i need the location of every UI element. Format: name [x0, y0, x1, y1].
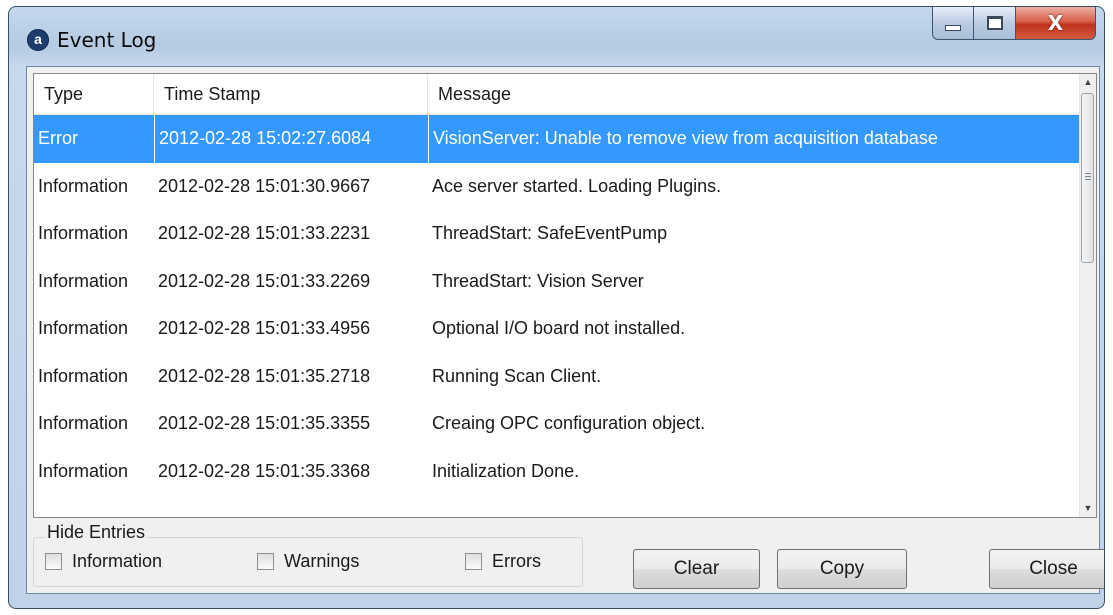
- cell-type: Information: [38, 175, 129, 196]
- title-bar[interactable]: a Event Log X: [9, 7, 1104, 67]
- cell-type: Information: [38, 413, 129, 433]
- minimize-icon: [945, 25, 961, 31]
- maximize-icon: [986, 16, 1003, 30]
- cell-timestamp: 2012-02-28 15:01:30.9667: [158, 175, 371, 196]
- checkbox-label: Information: [72, 551, 163, 571]
- hide-errors-checkbox[interactable]: Errors: [465, 551, 541, 572]
- app-logo-icon[interactable]: a: [27, 29, 49, 51]
- hide-warnings-checkbox[interactable]: Warnings: [257, 551, 359, 572]
- hide-information-checkbox[interactable]: Information: [45, 551, 162, 572]
- checkbox-box[interactable]: [45, 553, 62, 570]
- cell-message: Creaing OPC configuration object.: [432, 413, 706, 433]
- cell-timestamp: 2012-02-28 15:01:35.3355: [158, 413, 371, 433]
- grip-line: [1085, 173, 1091, 174]
- cell-timestamp: 2012-02-28 15:01:35.3368: [158, 460, 371, 481]
- cell-message: VisionServer: Unable to remove view from…: [428, 115, 1083, 163]
- cell-type: Information: [38, 270, 129, 291]
- cell-type: Error: [38, 128, 78, 148]
- table-row[interactable]: Information 2012-02-28 15:01:33.4956 Opt…: [34, 305, 1083, 353]
- table-row[interactable]: Information 2012-02-28 15:01:33.2269 Thr…: [34, 258, 1083, 306]
- cell-type: Information: [38, 318, 129, 338]
- caption-buttons: X: [932, 7, 1096, 41]
- cell-message: ThreadStart: SafeEventPump: [432, 223, 668, 243]
- scroll-down-icon[interactable]: ▼: [1080, 500, 1096, 517]
- cell-type: Information: [38, 223, 129, 243]
- clear-button[interactable]: Clear: [633, 549, 760, 589]
- cell-message: Optional I/O board not installed.: [432, 318, 686, 338]
- minimize-button[interactable]: [932, 7, 974, 40]
- column-header-timestamp[interactable]: Time Stamp: [154, 74, 428, 114]
- close-button[interactable]: Close: [989, 549, 1104, 589]
- column-header-type[interactable]: Type: [34, 74, 154, 114]
- maximize-button[interactable]: [974, 7, 1016, 40]
- client-area: Type Time Stamp Message Error 2012-02-28…: [26, 66, 1104, 594]
- event-log-window: a Event Log X Type Time Stamp Message Er…: [8, 6, 1105, 609]
- checkbox-label: Warnings: [284, 551, 360, 571]
- scroll-up-icon[interactable]: ▲: [1080, 74, 1096, 91]
- column-header-message[interactable]: Message: [428, 74, 1083, 114]
- table-row[interactable]: Information 2012-02-28 15:01:30.9667 Ace…: [34, 163, 1083, 211]
- table-row[interactable]: Information 2012-02-28 15:01:33.2231 Thr…: [34, 210, 1083, 258]
- table-row[interactable]: Information 2012-02-28 15:01:35.2718 Run…: [34, 353, 1083, 401]
- close-icon: X: [1047, 11, 1064, 35]
- window-title: Event Log: [57, 28, 157, 52]
- checkbox-box[interactable]: [257, 553, 274, 570]
- table-header: Type Time Stamp Message: [34, 74, 1083, 115]
- cell-message: Running Scan Client.: [432, 365, 602, 386]
- table-body: Error 2012-02-28 15:02:27.6084 VisionSer…: [34, 115, 1083, 495]
- vertical-scrollbar[interactable]: ▲ ▼: [1079, 74, 1096, 517]
- cell-timestamp: 2012-02-28 15:01:35.2718: [158, 365, 371, 386]
- grip-line: [1085, 176, 1091, 177]
- copy-button[interactable]: Copy: [777, 549, 907, 589]
- table-row[interactable]: Information 2012-02-28 15:01:35.3355 Cre…: [34, 400, 1083, 448]
- cell-type: Information: [38, 460, 129, 481]
- cell-timestamp: 2012-02-28 15:01:33.2231: [158, 223, 371, 243]
- cell-type: Information: [38, 365, 129, 386]
- cell-timestamp: 2012-02-28 15:01:33.2269: [158, 270, 371, 291]
- checkbox-label: Errors: [492, 551, 541, 571]
- cell-timestamp: 2012-02-28 15:01:33.4956: [158, 318, 371, 338]
- table-row[interactable]: Information 2012-02-28 15:01:35.3368 Ini…: [34, 448, 1083, 496]
- event-list[interactable]: Type Time Stamp Message Error 2012-02-28…: [33, 73, 1097, 518]
- scroll-thumb[interactable]: [1081, 93, 1094, 263]
- hide-entries-legend: Hide Entries: [45, 522, 148, 543]
- checkbox-box[interactable]: [465, 553, 482, 570]
- table-row[interactable]: Error 2012-02-28 15:02:27.6084 VisionSer…: [34, 115, 1083, 163]
- grip-line: [1085, 179, 1091, 180]
- cell-message: Initialization Done.: [432, 460, 580, 481]
- cell-message: ThreadStart: Vision Server: [432, 270, 644, 291]
- cell-timestamp: 2012-02-28 15:02:27.6084: [154, 115, 428, 163]
- cell-message: Ace server started. Loading Plugins.: [432, 175, 722, 196]
- window-close-button[interactable]: X: [1016, 7, 1096, 40]
